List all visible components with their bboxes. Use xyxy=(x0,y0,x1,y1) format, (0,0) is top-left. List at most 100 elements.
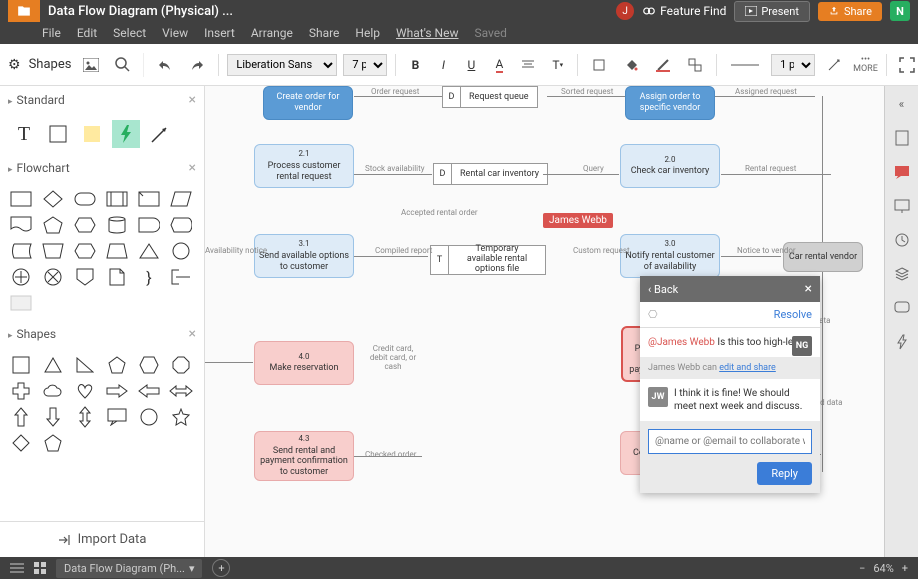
shape-heart[interactable] xyxy=(72,380,98,402)
comment-icon[interactable] xyxy=(892,162,912,182)
shape-diamond[interactable] xyxy=(40,188,66,210)
node-assign-order[interactable]: Assign order to specific vendor xyxy=(625,86,715,120)
menu-arrange[interactable]: Arrange xyxy=(251,26,293,40)
menu-edit[interactable]: Edit xyxy=(77,26,97,40)
menu-select[interactable]: Select xyxy=(113,26,146,40)
undo-button[interactable] xyxy=(152,55,178,75)
text-settings-button[interactable]: T▾ xyxy=(546,54,569,76)
present-button[interactable]: Present xyxy=(734,1,810,22)
app-logo[interactable] xyxy=(8,0,40,22)
present-icon[interactable] xyxy=(892,196,912,216)
note-tool[interactable] xyxy=(78,120,106,148)
arrow-tool[interactable] xyxy=(146,120,174,148)
fullscreen-icon[interactable] xyxy=(895,53,918,77)
text-tool[interactable]: T xyxy=(10,120,38,148)
rect-tool[interactable] xyxy=(44,120,72,148)
shape-circle[interactable] xyxy=(168,240,194,262)
shape-pentagon[interactable] xyxy=(40,214,66,236)
shape-arrow-u[interactable] xyxy=(8,406,34,428)
section-flowchart[interactable]: ▸Flowchart× xyxy=(0,154,204,182)
shape-process[interactable] xyxy=(104,188,130,210)
line-color-button[interactable] xyxy=(650,54,676,76)
zoom-out-button[interactable]: − xyxy=(859,562,865,575)
shape-arrow-lr[interactable] xyxy=(168,380,194,402)
node-43[interactable]: 4.3Send rental and payment confirmation … xyxy=(254,431,354,481)
share-button[interactable]: Share xyxy=(818,2,882,21)
shape-settings-button[interactable] xyxy=(682,54,708,76)
bold-button[interactable]: B xyxy=(404,54,426,76)
shape-octagon[interactable] xyxy=(168,354,194,376)
shape-manual[interactable] xyxy=(40,240,66,262)
gear-icon[interactable]: ⚙ xyxy=(8,57,21,73)
bucket-icon[interactable] xyxy=(618,54,644,76)
shape-arrow-r[interactable] xyxy=(104,380,130,402)
more-button[interactable]: •••MORE xyxy=(853,56,878,74)
shape-cross[interactable] xyxy=(8,380,34,402)
shape-diamond2[interactable] xyxy=(8,432,34,454)
datastore-temp[interactable]: TTemporary available rental options file xyxy=(430,245,546,275)
shape-callout[interactable] xyxy=(104,406,130,428)
feature-find-button[interactable]: Feature Find xyxy=(642,4,726,18)
node-20[interactable]: 2.0Check car inventory xyxy=(620,144,720,188)
align-button[interactable] xyxy=(516,56,540,74)
history-icon[interactable] xyxy=(892,230,912,250)
menu-file[interactable]: File xyxy=(42,26,61,40)
layers-icon[interactable] xyxy=(892,264,912,284)
page-tab[interactable]: Data Flow Diagram (Ph... ▾ xyxy=(56,559,202,578)
shape-cloud[interactable] xyxy=(40,380,66,402)
shape-stored[interactable] xyxy=(8,240,34,262)
datastore-inventory[interactable]: DRental car inventory xyxy=(433,163,548,185)
action-tool[interactable] xyxy=(112,120,140,148)
text-color-button[interactable]: A xyxy=(488,53,510,77)
collapse-icon[interactable]: « xyxy=(892,94,912,114)
shape-arrow-ud[interactable] xyxy=(72,406,98,428)
resolve-button[interactable]: Resolve xyxy=(774,308,812,321)
edit-share-link[interactable]: edit and share xyxy=(719,363,776,373)
shape-arrow-d[interactable] xyxy=(40,406,66,428)
shape-delay[interactable] xyxy=(136,214,162,236)
shape-star[interactable] xyxy=(168,406,194,428)
shape-note[interactable] xyxy=(104,266,130,288)
shape-annotation[interactable] xyxy=(168,266,194,288)
section-standard[interactable]: ▸Standard× xyxy=(0,86,204,114)
shape-cylinder[interactable] xyxy=(104,214,130,236)
shape-circle2[interactable] xyxy=(136,406,162,428)
close-icon[interactable]: × xyxy=(805,281,812,297)
shape-display[interactable] xyxy=(168,214,194,236)
shape-square[interactable] xyxy=(8,354,34,376)
menu-help[interactable]: Help xyxy=(355,26,380,40)
datastore-request-queue[interactable]: DRequest queue xyxy=(442,86,538,108)
shape-data[interactable] xyxy=(168,188,194,210)
shape-card[interactable] xyxy=(136,188,162,210)
chat-icon[interactable] xyxy=(892,298,912,318)
close-icon[interactable]: × xyxy=(189,160,196,176)
actions-icon[interactable] xyxy=(892,332,912,352)
shape-doc[interactable] xyxy=(8,214,34,236)
section-shapes[interactable]: ▸Shapes× xyxy=(0,320,204,348)
menu-view[interactable]: View xyxy=(162,26,188,40)
menu-insert[interactable]: Insert xyxy=(204,26,235,40)
location-icon[interactable]: ⎔ xyxy=(648,308,658,321)
shape-pentagon2[interactable] xyxy=(104,354,130,376)
line-width-select[interactable]: 1 px xyxy=(771,54,815,76)
shape-arrow-l[interactable] xyxy=(136,380,162,402)
fill-button[interactable] xyxy=(586,54,612,76)
close-icon[interactable]: × xyxy=(189,92,196,108)
shape-hexagon[interactable] xyxy=(72,214,98,236)
reply-button[interactable]: Reply xyxy=(757,462,812,485)
underline-button[interactable]: U xyxy=(460,54,482,76)
font-size-select[interactable]: 7 pt xyxy=(343,54,387,76)
node-create-order[interactable]: Create order for vendor xyxy=(263,86,353,120)
grid-view-icon[interactable] xyxy=(34,562,46,574)
shape-blank[interactable] xyxy=(8,292,34,314)
zoom-in-button[interactable]: + xyxy=(902,562,908,575)
image-icon[interactable] xyxy=(79,54,103,76)
import-data-button[interactable]: Import Data xyxy=(0,521,204,557)
shape-triangle[interactable] xyxy=(136,240,162,262)
comment-input[interactable] xyxy=(648,429,812,454)
doc-icon[interactable] xyxy=(892,128,912,148)
node-40[interactable]: 4.0Make reservation xyxy=(254,341,354,385)
redo-button[interactable] xyxy=(184,55,210,75)
shape-sum[interactable] xyxy=(8,266,34,288)
shape-rtriangle[interactable] xyxy=(72,354,98,376)
